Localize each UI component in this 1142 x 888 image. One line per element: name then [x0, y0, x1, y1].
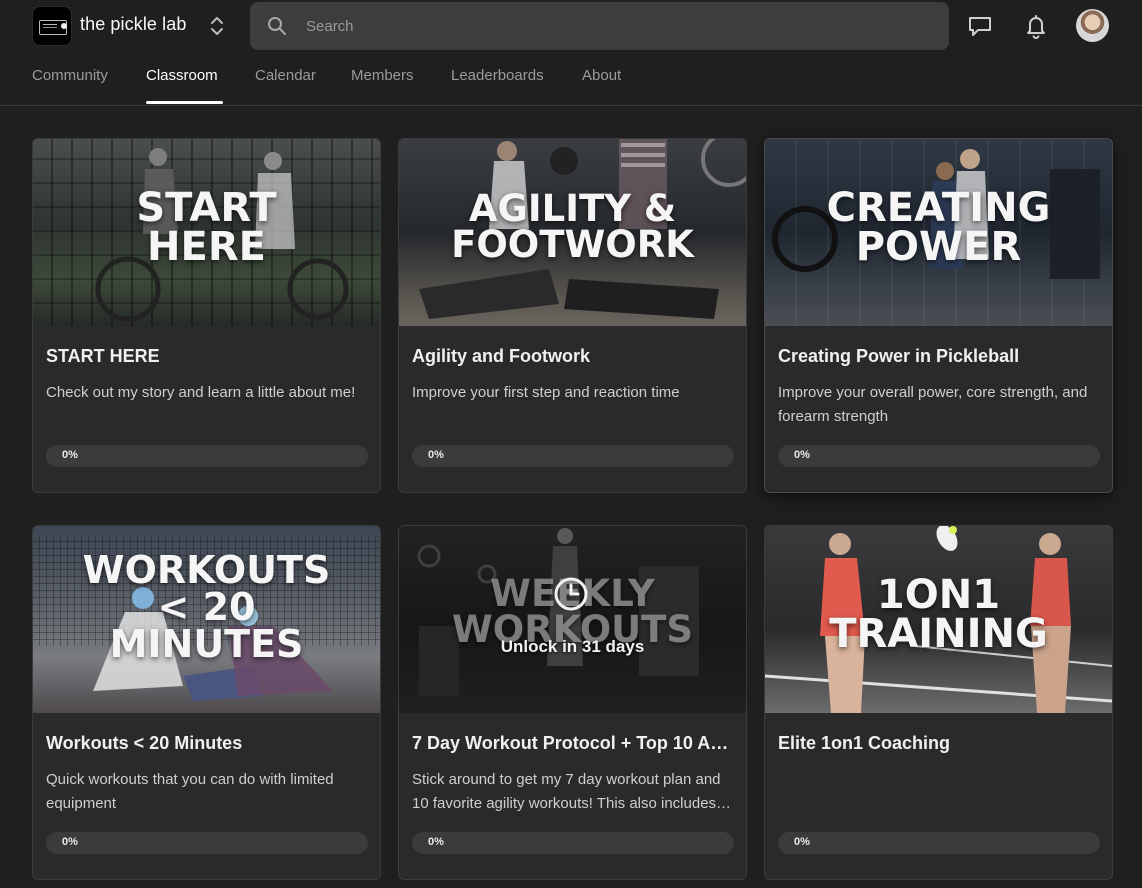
thumb-text-line: MINUTES [109, 622, 304, 667]
course-title: Workouts < 20 Minutes [46, 733, 243, 753]
thumb-text-line: TRAINING [829, 611, 1048, 658]
progress-label: 0% [62, 836, 78, 848]
course-description: Check out my story and learn a little ab… [46, 384, 356, 401]
thumb-text-line: HERE [147, 224, 266, 271]
course-description: Improve your overall power, core strengt… [778, 384, 1088, 425]
course-progress-bar: 0% [46, 832, 368, 854]
tab-classroom[interactable]: Classroom [146, 67, 218, 84]
progress-label: 0% [794, 836, 810, 848]
course-description: Stick around to get my 7 day workout pla… [412, 771, 721, 812]
course-progress-bar: 0% [46, 445, 368, 467]
tab-calendar[interactable]: Calendar [255, 67, 316, 84]
tab-about[interactable]: About [582, 67, 621, 84]
course-progress-bar: 0% [778, 832, 1100, 854]
course-progress-bar: 0% [412, 445, 734, 467]
course-card-agility-footwork[interactable]: AGILITY & FOOTWORK Agility and Footwork … [398, 138, 747, 493]
course-thumbnail: START HERE [33, 139, 380, 326]
thumb-text-line: START [136, 185, 277, 231]
tab-members[interactable]: Members [351, 67, 414, 84]
course-title: Agility and Footwork [412, 346, 590, 366]
group-name[interactable]: the pickle lab [80, 14, 186, 35]
thumb-text-line: AGILITY & [468, 187, 677, 230]
course-progress-bar: 0% [778, 445, 1100, 467]
course-title: Creating Power in Pickleball [778, 346, 1020, 366]
bell-icon[interactable] [1022, 12, 1050, 40]
tab-community[interactable]: Community [32, 67, 108, 84]
progress-label: 0% [794, 449, 810, 461]
course-thumbnail: AGILITY & FOOTWORK [399, 139, 746, 326]
group-logo[interactable] [32, 6, 72, 46]
thumb-text-line: POWER [855, 224, 1022, 271]
thumb-text-line: FOOTWORK [451, 223, 694, 267]
search-icon [266, 15, 288, 37]
active-tab-indicator [146, 101, 223, 104]
course-thumbnail: WORKOUTS < 20 MINUTES [33, 526, 380, 713]
chat-icon[interactable] [966, 12, 994, 40]
course-title: START HERE [46, 346, 160, 366]
tab-leaderboards[interactable]: Leaderboards [451, 67, 544, 84]
course-card-creating-power[interactable]: CREATING POWER Creating Power in Pickleb… [764, 138, 1113, 493]
course-thumbnail: WEEKLY WORKOUTS Unlock in 31 days [399, 526, 746, 713]
locked-overlay: Unlock in 31 days [399, 526, 746, 713]
course-card-workouts-20[interactable]: WORKOUTS < 20 MINUTES Workouts < 20 Minu… [32, 525, 381, 880]
progress-label: 0% [62, 449, 78, 461]
course-card-1on1-training[interactable]: 1ON1 TRAINING Elite 1on1 Coaching 0% [764, 525, 1113, 880]
thumb-text-line: < 20 [157, 585, 256, 630]
unlock-countdown: Unlock in 31 days [500, 637, 645, 656]
search-bar[interactable] [250, 2, 949, 50]
clock-icon [553, 576, 589, 612]
course-card-weekly-workouts[interactable]: WEEKLY WORKOUTS Unlock in 31 days 7 Day … [398, 525, 747, 880]
thumb-text-line: WORKOUTS [82, 548, 331, 592]
chevron-up-down-icon[interactable] [207, 14, 227, 38]
course-progress-bar: 0% [412, 832, 734, 854]
top-header: the pickle lab Community Classroom C [0, 0, 1142, 106]
course-card-start-here[interactable]: START HERE START HERE Check out my story… [32, 138, 381, 493]
thumb-text-line: 1ON1 [876, 572, 1001, 618]
course-description: Quick workouts that you can do with limi… [46, 771, 334, 812]
user-avatar[interactable] [1076, 9, 1109, 42]
search-input[interactable] [306, 2, 926, 50]
course-title: Elite 1on1 Coaching [778, 733, 951, 753]
course-thumbnail: 1ON1 TRAINING [765, 526, 1112, 713]
progress-label: 0% [428, 449, 444, 461]
thumb-text-line: CREATING [826, 185, 1051, 231]
course-title: 7 Day Workout Protocol + Top 10 Agility … [412, 733, 732, 753]
course-description: Improve your first step and reaction tim… [412, 384, 680, 401]
progress-label: 0% [428, 836, 444, 848]
course-thumbnail: CREATING POWER [765, 139, 1112, 326]
nav-tabs: Community Classroom Calendar Members Lea… [0, 62, 700, 106]
logo-dot [61, 23, 67, 29]
